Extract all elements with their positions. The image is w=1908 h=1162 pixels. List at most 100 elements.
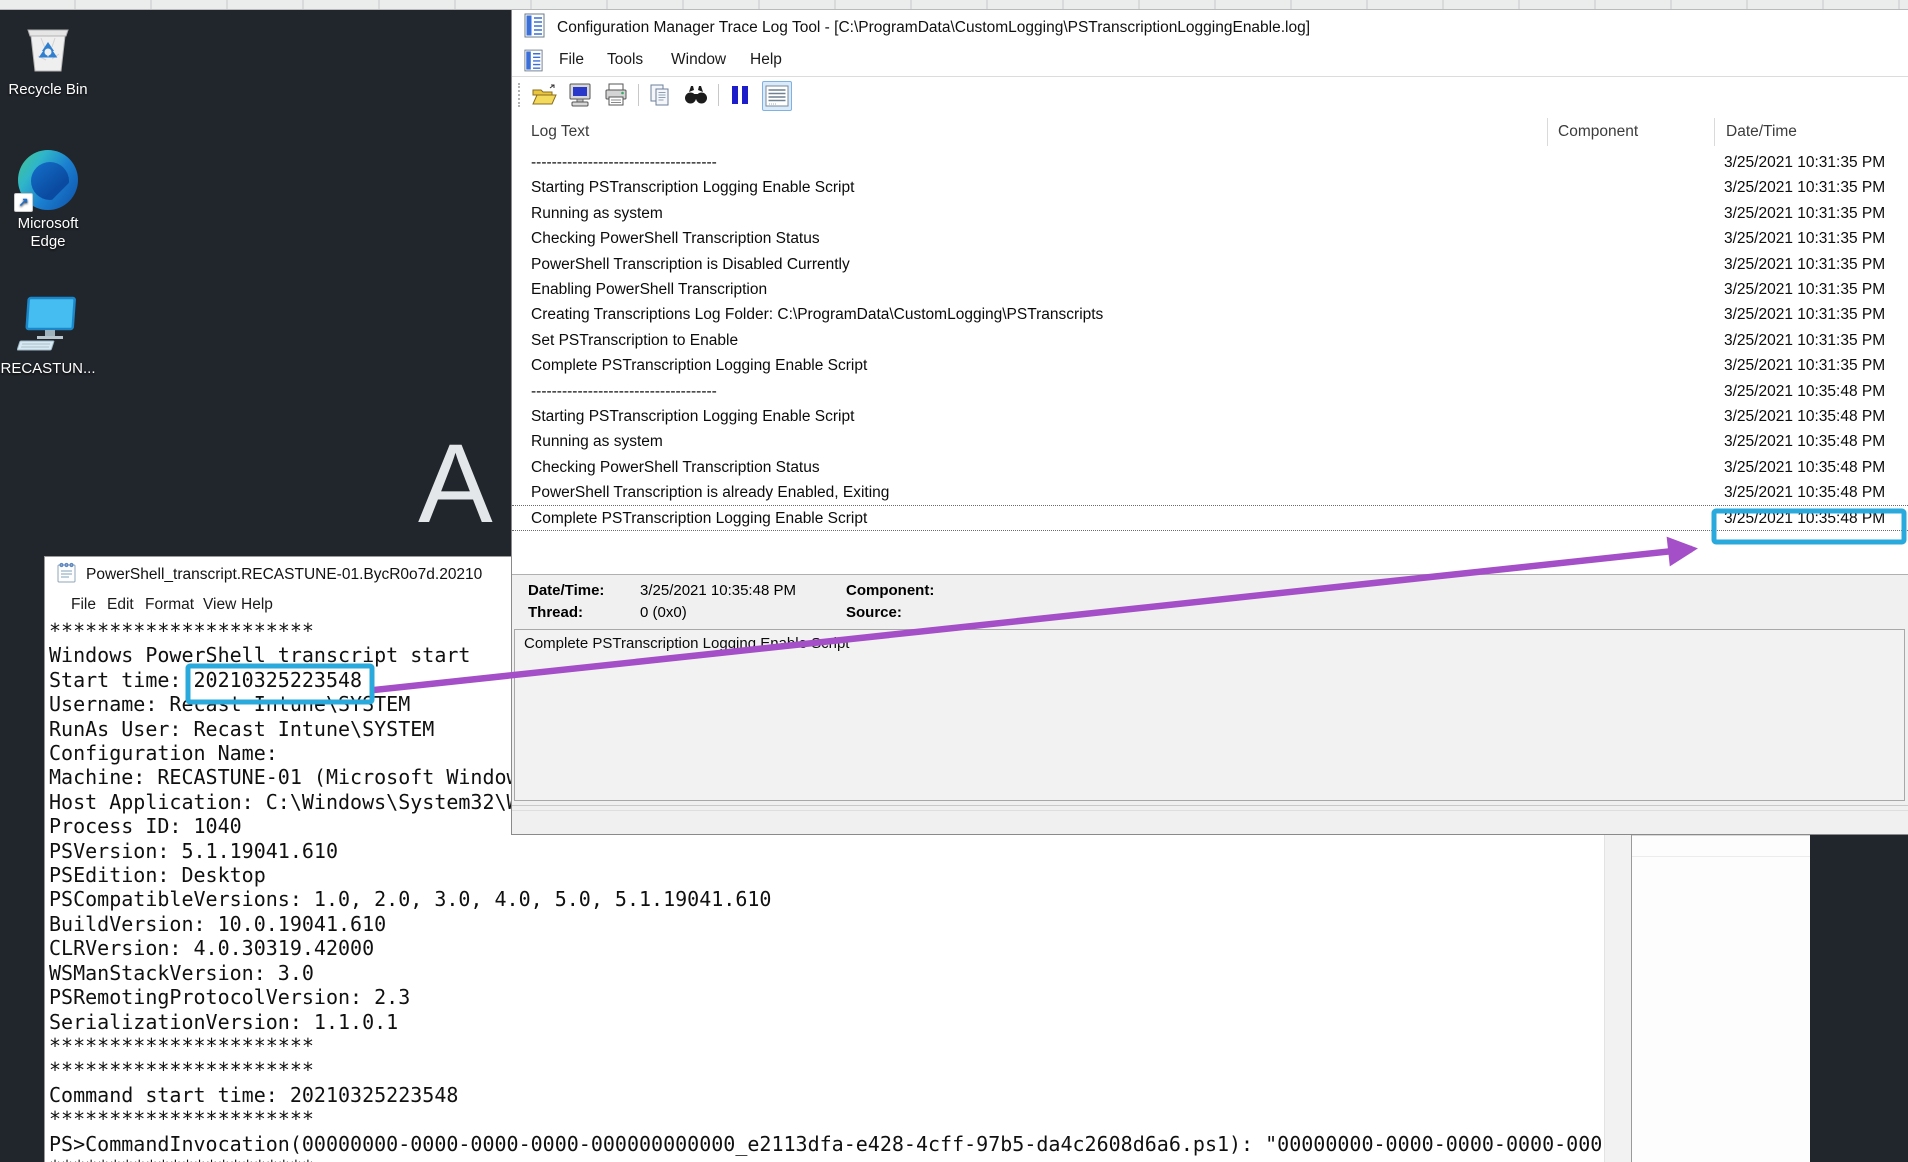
- cmtrace-statusbar: [512, 805, 1908, 834]
- log-text-cell: Set PSTranscription to Enable: [531, 328, 738, 353]
- desktop-icon-recycle-bin[interactable]: Recycle Bin: [0, 18, 96, 99]
- datetime-cell: 3/25/2021 10:31:35 PM: [1724, 277, 1885, 302]
- binoculars-icon: [683, 82, 709, 108]
- log-text-cell: PowerShell Transcription is Disabled Cur…: [531, 252, 850, 277]
- log-row[interactable]: Checking PowerShell Transcription Status…: [512, 455, 1908, 480]
- desktop-icon-microsoft-edge[interactable]: ↗ Microsoft Edge: [0, 150, 96, 251]
- computer-icon: [17, 295, 79, 360]
- desktop-icon-label: Recycle Bin: [0, 81, 96, 99]
- log-row[interactable]: PowerShell Transcription is already Enab…: [512, 480, 1908, 505]
- cmtrace-menubar: File Tools Window Help: [512, 46, 1908, 77]
- open-log-button[interactable]: [530, 81, 558, 109]
- find-button[interactable]: [682, 81, 710, 109]
- log-text-cell: Checking PowerShell Transcription Status: [531, 226, 820, 251]
- log-text-cell: PowerShell Transcription is already Enab…: [531, 480, 889, 505]
- column-header-component[interactable]: Component: [1558, 123, 1638, 141]
- column-divider[interactable]: [1547, 118, 1548, 146]
- desktop-icon-recastune[interactable]: RECASTUN...: [0, 295, 96, 378]
- cmtrace-titlebar: Configuration Manager Trace Log Tool - […: [512, 10, 1908, 46]
- detail-thread-value: 0 (0x0): [640, 604, 687, 621]
- detail-datetime-label: Date/Time:: [528, 582, 604, 599]
- cmtrace-window: Configuration Manager Trace Log Tool - […: [511, 10, 1908, 835]
- detail-thread-label: Thread:: [528, 604, 583, 621]
- datetime-cell: 3/25/2021 10:35:48 PM: [1724, 379, 1885, 404]
- shortcut-arrow-icon: ↗: [14, 193, 33, 212]
- log-detail-panel: Date/Time: 3/25/2021 10:35:48 PM Compone…: [512, 574, 1908, 834]
- log-row[interactable]: Starting PSTranscription Logging Enable …: [512, 404, 1908, 429]
- log-text-cell: Running as system: [531, 201, 663, 226]
- menu-view[interactable]: View: [203, 596, 236, 614]
- log-text-cell: Checking PowerShell Transcription Status: [531, 455, 820, 480]
- background-window: [1629, 835, 1810, 1162]
- open-folder-icon: [531, 83, 557, 107]
- toolbar-separator: [638, 84, 639, 106]
- detail-view-toggle[interactable]: [762, 81, 792, 111]
- detail-component-label: Component:: [846, 582, 934, 599]
- print-button[interactable]: [602, 81, 630, 109]
- menu-window[interactable]: Window: [671, 51, 726, 69]
- menu-file[interactable]: File: [71, 596, 96, 614]
- menu-help[interactable]: Help: [750, 51, 782, 69]
- datetime-cell: 3/25/2021 10:31:35 PM: [1724, 201, 1885, 226]
- log-row[interactable]: Complete PSTranscription Logging Enable …: [512, 353, 1908, 378]
- log-text-cell: ------------------------------------: [531, 150, 717, 175]
- log-row[interactable]: Enabling PowerShell Transcription 3/25/20…: [512, 277, 1908, 302]
- notepad-icon: [57, 562, 76, 588]
- desktop-wallpaper-letter: A: [418, 428, 493, 540]
- log-row[interactable]: Set PSTranscription to Enable3/25/2021 1…: [512, 328, 1908, 353]
- datetime-cell: 3/25/2021 10:35:48 PM: [1724, 404, 1885, 429]
- column-header-datetime[interactable]: Date/Time: [1726, 123, 1797, 141]
- printer-icon: [603, 82, 629, 108]
- datetime-cell: 3/25/2021 10:35:48 PM: [1724, 455, 1885, 480]
- detail-message-box[interactable]: Complete PSTranscription Logging Enable …: [514, 629, 1905, 801]
- pause-button[interactable]: [726, 81, 754, 109]
- menu-help[interactable]: Help: [241, 596, 273, 614]
- datetime-cell: 3/25/2021 10:31:35 PM: [1724, 175, 1885, 200]
- toolbar-grip[interactable]: [518, 83, 520, 107]
- desktop-icon-label: Microsoft Edge: [0, 215, 96, 251]
- log-row[interactable]: Running as system 3/25/2021 10:31:35 PM: [512, 201, 1908, 226]
- column-header-log-text[interactable]: Log Text: [531, 123, 589, 141]
- log-text-cell: Starting PSTranscription Logging Enable …: [531, 175, 854, 200]
- log-text-cell: Starting PSTranscription Logging Enable …: [531, 404, 854, 429]
- menu-tools[interactable]: Tools: [607, 51, 643, 69]
- datetime-cell: 3/25/2021 10:35:48 PM: [1724, 506, 1885, 531]
- datetime-cell: 3/25/2021 10:35:48 PM: [1724, 429, 1885, 454]
- log-row[interactable]: Checking PowerShell Transcription Status…: [512, 226, 1908, 251]
- menu-file[interactable]: File: [559, 51, 584, 69]
- log-row[interactable]: Starting PSTranscription Logging Enable …: [512, 175, 1908, 200]
- datetime-cell: 3/25/2021 10:35:48 PM: [1724, 480, 1885, 505]
- detail-message: Complete PSTranscription Logging Enable …: [524, 635, 849, 652]
- divider: [1629, 856, 1810, 857]
- cmtrace-app-icon: [524, 13, 545, 43]
- datetime-cell: 3/25/2021 10:31:35 PM: [1724, 252, 1885, 277]
- open-remote-computer-button[interactable]: [566, 81, 594, 109]
- log-text-cell: Creating Transcriptions Log Folder: C:\P…: [531, 302, 1103, 327]
- log-row[interactable]: Creating Transcriptions Log Folder: C:\P…: [512, 302, 1908, 327]
- log-row[interactable]: ------------------------------------ 3/25…: [512, 379, 1908, 404]
- log-row-selected[interactable]: Complete PSTranscription Logging Enable …: [512, 505, 1908, 530]
- datetime-cell: 3/25/2021 10:31:35 PM: [1724, 302, 1885, 327]
- desktop-icon-label: RECASTUN...: [0, 360, 96, 378]
- detail-view-icon: [764, 84, 790, 108]
- menu-edit[interactable]: Edit: [107, 596, 134, 614]
- log-list-header: Log Text Component Date/Time: [512, 115, 1908, 150]
- log-text-cell: ------------------------------------: [531, 379, 717, 404]
- log-text-cell: Complete PSTranscription Logging Enable …: [531, 353, 867, 378]
- log-row[interactable]: PowerShell Transcription is Disabled Cur…: [512, 252, 1908, 277]
- log-row[interactable]: Running as system3/25/2021 10:35:48 PM: [512, 429, 1908, 454]
- detail-source-label: Source:: [846, 604, 902, 621]
- recycle-bin-icon: [19, 18, 77, 81]
- copy-button[interactable]: [646, 81, 674, 109]
- datetime-cell: 3/25/2021 10:31:35 PM: [1724, 353, 1885, 378]
- log-row[interactable]: ------------------------------------3/25…: [512, 150, 1908, 175]
- detail-datetime-value: 3/25/2021 10:35:48 PM: [640, 582, 796, 599]
- child-window-icon[interactable]: [524, 49, 543, 77]
- menu-format[interactable]: Format: [145, 596, 194, 614]
- notepad-title: PowerShell_transcript.RECASTUNE-01.BycR0…: [86, 566, 482, 584]
- copy-icon: [647, 82, 673, 108]
- column-divider[interactable]: [1714, 118, 1715, 146]
- log-text-cell: Enabling PowerShell Transcription: [531, 277, 767, 302]
- edge-icon: ↗: [18, 150, 78, 210]
- pause-icon: [729, 83, 751, 107]
